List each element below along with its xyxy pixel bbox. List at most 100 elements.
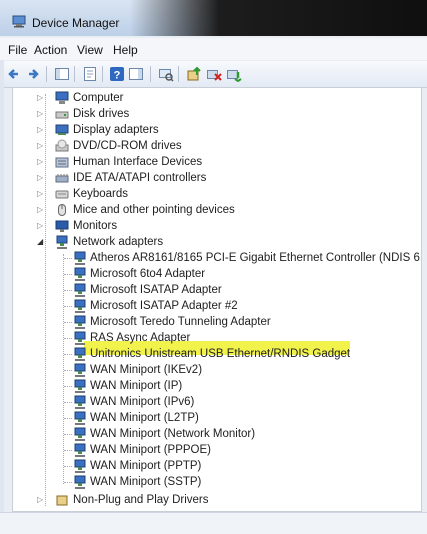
disk-drive-icon [55, 107, 69, 121]
toolbar-separator [102, 66, 103, 82]
network-adapter-item[interactable]: Atheros AR8161/8165 PCI-E Gigabit Ethern… [13, 250, 421, 266]
category-ide-controllers[interactable]: ▷ IDE ATA/ATAPI controllers [13, 170, 413, 186]
network-adapter-item[interactable]: Microsoft ISATAP Adapter [13, 282, 413, 298]
category-network-adapters[interactable]: ◢ Network adapters [13, 234, 413, 250]
category-label: DVD/CD-ROM drives [73, 140, 182, 152]
category-mice[interactable]: ▷ Mice and other pointing devices [13, 202, 413, 218]
menu-bar: File Action View Help [0, 38, 427, 60]
network-adapter-item[interactable]: WAN Miniport (IKEv2) [13, 362, 413, 378]
properties-icon[interactable] [82, 66, 98, 82]
mouse-icon [55, 203, 69, 217]
tree-line [64, 306, 72, 307]
category-non-plug-and-play-drivers[interactable]: ▷ Non-Plug and Play Drivers [13, 492, 413, 508]
tree-line [64, 290, 72, 291]
category-dvd-cdrom-drives[interactable]: ▷ DVD/CD-ROM drives [13, 138, 413, 154]
network-adapter-label: Microsoft ISATAP Adapter #2 [90, 300, 238, 312]
menu-help[interactable]: Help [113, 43, 138, 57]
forward-icon[interactable] [25, 66, 41, 82]
network-adapter-label: Atheros AR8161/8165 PCI-E Gigabit Ethern… [90, 252, 422, 264]
category-label: Computer [73, 92, 124, 104]
expand-icon[interactable]: ▷ [37, 206, 44, 214]
tree-line [64, 450, 72, 451]
toolbar-separator [150, 66, 151, 82]
network-adapter-icon [73, 347, 87, 361]
menu-view[interactable]: View [77, 43, 103, 57]
category-computer[interactable]: ▷ Computer [13, 90, 413, 106]
network-adapter-item[interactable]: Microsoft 6to4 Adapter [13, 266, 413, 282]
expand-icon[interactable]: ▷ [37, 190, 44, 198]
category-label: Keyboards [73, 188, 128, 200]
expand-icon[interactable]: ▷ [37, 126, 44, 134]
expand-icon[interactable]: ▷ [37, 496, 44, 504]
show-action-pane-icon[interactable] [128, 66, 144, 82]
computer-icon [55, 91, 69, 105]
title-bar[interactable]: Device Manager [0, 0, 427, 36]
network-adapter-item[interactable]: WAN Miniport (Network Monitor) [13, 426, 413, 442]
scan-hardware-icon[interactable] [158, 66, 174, 82]
network-adapter-icon [73, 475, 87, 489]
display-adapter-icon [55, 123, 69, 137]
device-manager-icon [12, 14, 26, 28]
toolbar-separator [74, 66, 75, 82]
network-adapter-item[interactable]: Microsoft Teredo Tunneling Adapter [13, 314, 413, 330]
update-driver-icon[interactable] [186, 66, 202, 82]
monitor-icon [55, 219, 69, 233]
tree-line [64, 258, 72, 259]
expand-icon[interactable]: ▷ [37, 94, 44, 102]
device-tree[interactable]: ▷ Computer ▷ Disk drives ▷ Display adapt… [12, 87, 422, 512]
tree-line [64, 418, 72, 419]
expand-icon[interactable]: ▷ [37, 222, 44, 230]
menu-action[interactable]: Action [34, 43, 67, 57]
network-adapter-icon [73, 267, 87, 281]
help-icon[interactable]: ? [109, 66, 125, 82]
network-adapter-label: Microsoft 6to4 Adapter [90, 268, 206, 280]
tree-line [64, 274, 72, 275]
category-display-adapters[interactable]: ▷ Display adapters [13, 122, 413, 138]
network-adapter-label: WAN Miniport (PPPOE) [90, 444, 211, 456]
network-adapter-icon [73, 395, 87, 409]
show-hide-console-tree-icon[interactable] [54, 66, 70, 82]
network-adapter-item[interactable]: WAN Miniport (PPPOE) [13, 442, 413, 458]
tree-line [64, 402, 72, 403]
network-adapter-icon [73, 331, 87, 345]
network-adapter-item[interactable]: WAN Miniport (IPv6) [13, 394, 413, 410]
network-adapter-label: WAN Miniport (IPv6) [90, 396, 195, 408]
network-adapter-item[interactable]: WAN Miniport (L2TP) [13, 410, 413, 426]
network-adapter-icon [73, 251, 87, 265]
tree-line [64, 354, 72, 355]
tree-line [64, 338, 72, 339]
collapse-icon[interactable]: ◢ [37, 238, 44, 246]
category-disk-drives[interactable]: ▷ Disk drives [13, 106, 413, 122]
expand-icon[interactable]: ▷ [37, 158, 44, 166]
title-bar-dark-region [130, 0, 427, 36]
network-adapter-label: WAN Miniport (IKEv2) [90, 364, 203, 376]
uninstall-icon[interactable] [206, 66, 222, 82]
category-monitors[interactable]: ▷ Monitors [13, 218, 413, 234]
expand-icon[interactable]: ▷ [37, 110, 44, 118]
category-human-interface-devices[interactable]: ▷ Human Interface Devices [13, 154, 413, 170]
category-label: Mice and other pointing devices [73, 204, 235, 216]
toolbar: ? [0, 61, 427, 88]
network-adapter-item-highlighted[interactable]: Unitronics Unistream USB Ethernet/RNDIS … [13, 346, 413, 362]
category-keyboards[interactable]: ▷ Keyboards [13, 186, 413, 202]
network-adapter-label: WAN Miniport (SSTP) [90, 476, 202, 488]
svg-text:?: ? [114, 70, 121, 82]
window-title: Device Manager [32, 16, 120, 30]
network-adapter-label: WAN Miniport (PPTP) [90, 460, 202, 472]
network-adapter-icon [73, 283, 87, 297]
network-adapter-item[interactable]: WAN Miniport (PPTP) [13, 458, 413, 474]
menu-file[interactable]: File [8, 43, 27, 57]
tree-line [64, 386, 72, 387]
network-adapter-item[interactable]: RAS Async Adapter [13, 330, 413, 346]
category-label: Non-Plug and Play Drivers [73, 494, 209, 506]
expand-icon[interactable]: ▷ [37, 142, 44, 150]
tree-line [64, 482, 72, 483]
tree-line [64, 434, 72, 435]
expand-icon[interactable]: ▷ [37, 174, 44, 182]
network-adapter-item[interactable]: WAN Miniport (SSTP) [13, 474, 413, 490]
network-adapter-item[interactable]: Microsoft ISATAP Adapter #2 [13, 298, 413, 314]
network-adapter-icon [73, 379, 87, 393]
network-adapter-item[interactable]: WAN Miniport (IP) [13, 378, 413, 394]
back-icon[interactable] [6, 66, 22, 82]
disable-icon[interactable] [226, 66, 242, 83]
